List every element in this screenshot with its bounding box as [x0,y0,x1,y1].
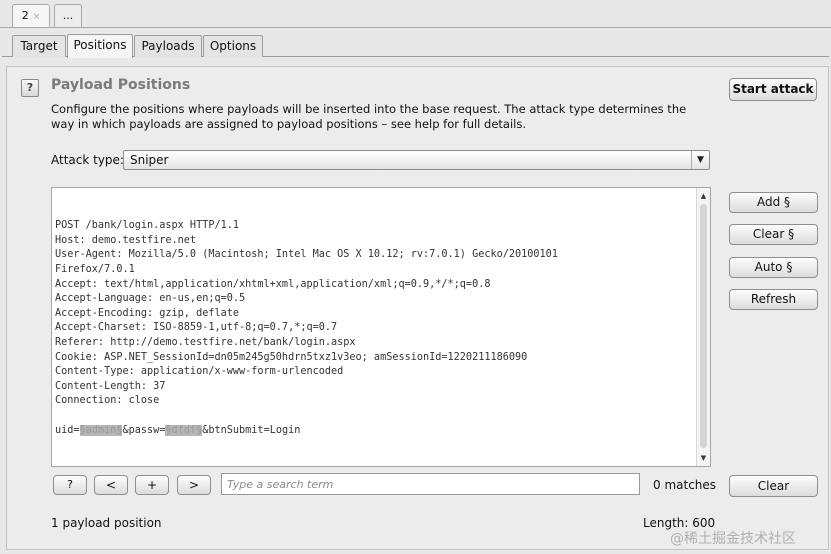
tab-target[interactable]: Target [12,35,66,57]
tab-options[interactable]: Options [203,35,263,57]
payload-position-count: 1 payload position [51,516,162,530]
auto-marker-button[interactable]: Auto § [729,257,818,278]
request-line [55,409,695,424]
search-next-button[interactable]: > [177,475,211,495]
request-line: Content-Length: 37 [55,380,166,392]
start-attack-button[interactable]: Start attack [729,78,817,101]
request-header-lines: POST /bank/login.aspx HTTP/1.1 Host: demo… [55,219,695,423]
payload-marker-uid[interactable]: §admin§ [79,424,123,436]
request-text[interactable]: POST /bank/login.aspx HTTP/1.1 Host: demo… [55,190,695,467]
request-tab-more-label: ... [62,9,74,22]
tab-payloads-label: Payloads [141,39,195,53]
scroll-thumb[interactable] [700,204,707,448]
panel-description: Configure the positions where payloads w… [51,102,687,131]
tab-options-label: Options [209,39,257,53]
chevron-down-icon: ▼ [691,151,709,169]
request-tab-more[interactable]: ... [54,4,82,28]
body-middle: &passw= [122,424,166,436]
request-line: Host: demo.testfire.net [55,234,197,246]
clear-marker-button[interactable]: Clear § [729,224,818,245]
match-count: 0 matches [653,478,717,492]
tab-divider [0,27,831,28]
attack-type-label: Attack type: [51,153,124,167]
tab-positions[interactable]: Positions [67,34,133,58]
request-tab-label: 2 [21,9,29,22]
request-tab-2[interactable]: 2 × [12,4,50,28]
search-input[interactable] [221,473,640,495]
scroll-down-icon[interactable]: ▼ [697,452,710,464]
request-line: Accept-Language: en-us,en;q=0.5 [55,293,246,305]
search-add-button[interactable]: + [135,475,169,495]
search-help-button[interactable]: ? [53,475,87,495]
editor-scrollbar[interactable]: ▲ ▼ [696,188,710,466]
attack-type-select[interactable]: Sniper ▼ [123,150,710,170]
refresh-button[interactable]: Refresh [729,289,818,310]
request-line: Accept-Encoding: gzip, deflate [55,307,240,319]
request-body-line: uid=§admin§&passw=§dfdf§&btnSubmit=Login [55,424,695,439]
watermark: @稀土掘金技术社区 [670,531,796,547]
panel-title: Payload Positions [51,77,191,93]
request-line: Content-Type: application/x-www-form-url… [55,366,344,378]
request-line: Accept: text/html,application/xhtml+xml,… [55,278,491,290]
scroll-up-icon[interactable]: ▲ [697,190,710,202]
request-line: User-Agent: Mozilla/5.0 (Macintosh; Inte… [55,249,558,261]
attack-type-value: Sniper [130,153,169,167]
add-marker-button[interactable]: Add § [729,192,818,213]
payload-marker-passw[interactable]: §dfdf§ [165,424,203,436]
request-line: Cookie: ASP.NET_SessionId=dn05m245g50hdr… [55,351,528,363]
request-line: Firefox/7.0.1 [55,263,135,275]
tab-positions-label: Positions [73,38,127,52]
request-line: Referer: http://demo.testfire.net/bank/l… [55,336,356,348]
body-suffix: &btnSubmit=Login [202,424,301,436]
request-line: Accept-Charset: ISO-8859-1,utf-8;q=0.7,*… [55,322,338,334]
body-prefix: uid= [55,424,80,436]
clear-search-button[interactable]: Clear [729,475,818,497]
request-editor[interactable]: POST /bank/login.aspx HTTP/1.1 Host: demo… [51,187,711,467]
request-line: Connection: close [55,395,160,407]
request-tabs: 2 × ... [0,0,831,30]
tab-target-label: Target [20,39,58,53]
request-line: POST /bank/login.aspx HTTP/1.1 [55,220,240,232]
close-icon[interactable]: × [33,12,41,22]
search-prev-button[interactable]: < [94,475,128,495]
payload-positions-panel: ? Payload Positions Configure the positi… [6,66,829,550]
help-button[interactable]: ? [21,79,39,97]
tab-payloads[interactable]: Payloads [134,35,202,57]
